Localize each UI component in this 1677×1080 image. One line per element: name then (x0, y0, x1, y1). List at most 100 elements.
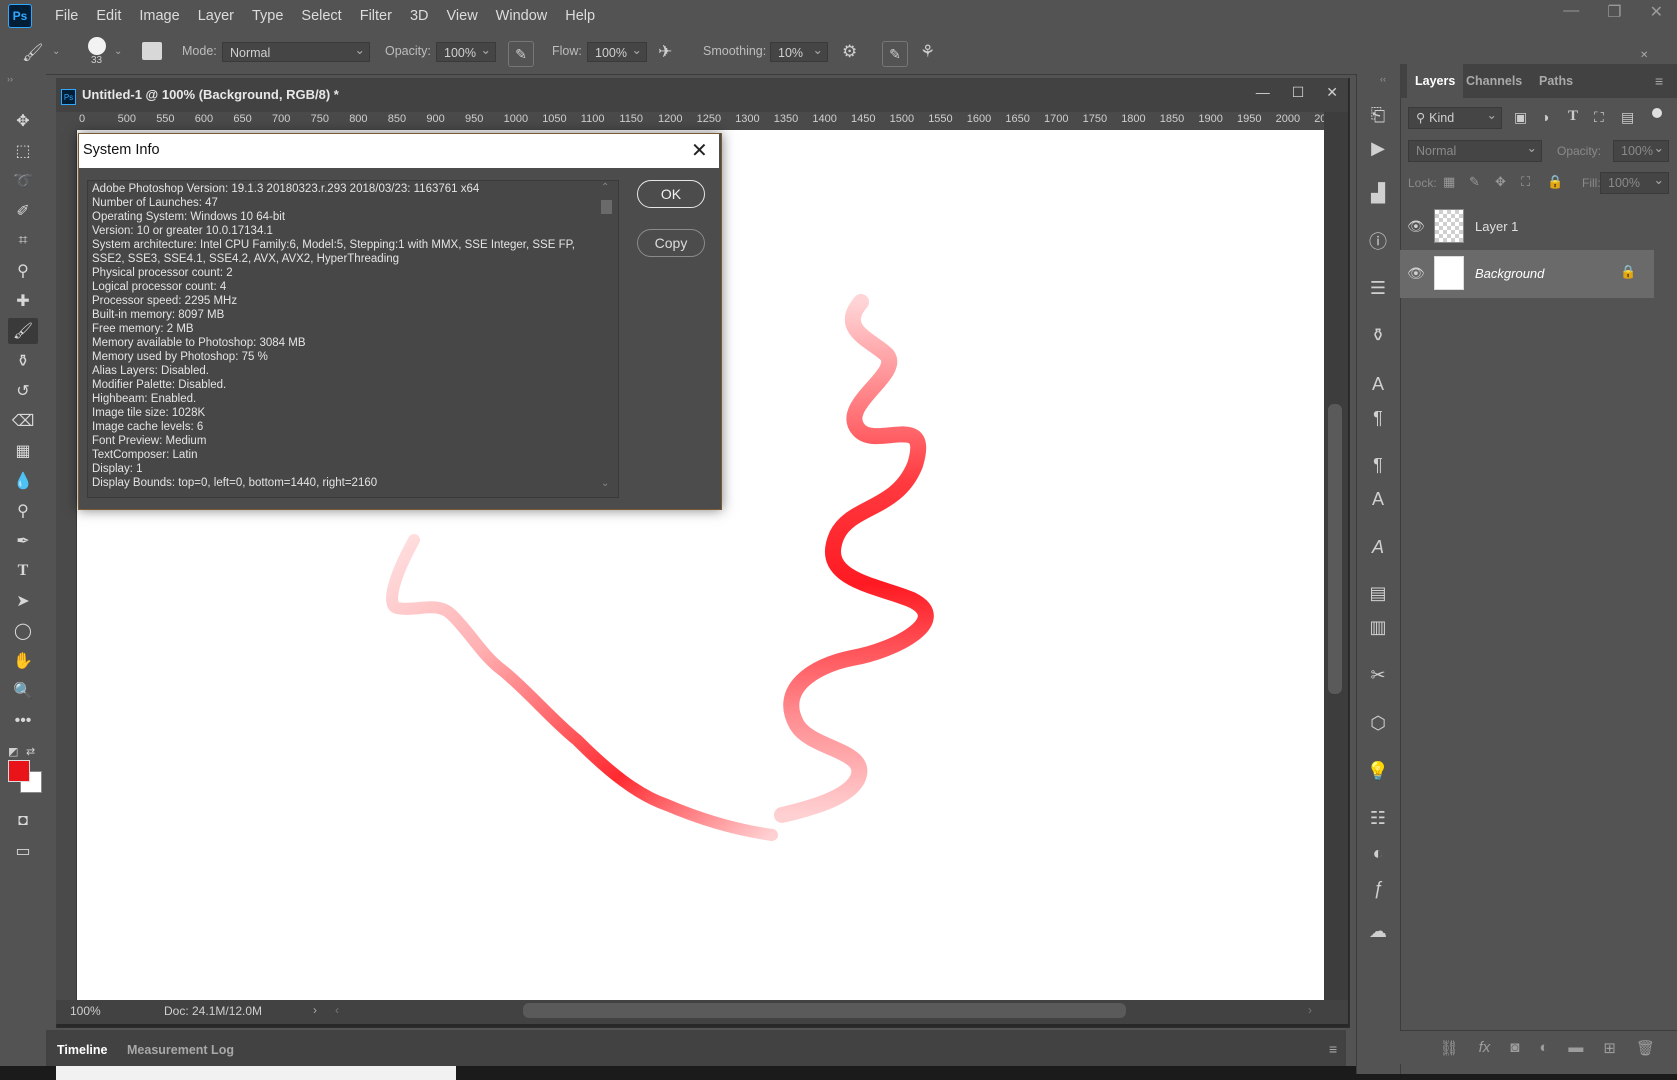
foreground-color-swatch[interactable] (8, 760, 30, 782)
tab-timeline[interactable]: Timeline (57, 1043, 107, 1057)
minimize-icon[interactable]: — (1256, 84, 1270, 101)
scroll-left-icon[interactable]: ‹ (335, 1003, 339, 1017)
chevron-right-icon[interactable]: › (313, 1003, 317, 1017)
eyedropper-tool-icon[interactable]: ⚲ (8, 258, 38, 284)
chevron-down-icon[interactable]: ⌄ (52, 46, 60, 57)
lock-position-icon[interactable]: ✥ (1495, 174, 1506, 190)
gear-icon[interactable]: ⚙ (842, 42, 857, 62)
lock-all-icon[interactable]: 🔒 (1547, 174, 1563, 190)
layer-opacity-field[interactable]: 100% (1613, 138, 1669, 162)
tab-channels[interactable]: Channels (1466, 74, 1522, 88)
smoothing-field[interactable]: 10% (770, 40, 828, 62)
healing-brush-tool-icon[interactable]: ✚ (8, 288, 38, 314)
histogram-panel-icon[interactable]: ▟ (1362, 180, 1394, 206)
paragraph-panel-icon[interactable]: ¶ (1362, 405, 1394, 431)
pixel-filter-icon[interactable]: ▣ (1514, 109, 1527, 126)
close-icon[interactable]: ✕ (1326, 84, 1338, 101)
tab-paths[interactable]: Paths (1539, 74, 1573, 88)
more-tools-icon[interactable]: ••• (8, 708, 38, 734)
minimize-icon[interactable]: — (1563, 2, 1579, 22)
history-brush-tool-icon[interactable]: ↺ (8, 378, 38, 404)
properties-panel-icon[interactable]: 💡 (1362, 758, 1394, 784)
adjustment-filter-icon[interactable]: ◑ (1541, 109, 1549, 125)
brush-settings-icon[interactable] (142, 42, 162, 60)
eye-icon[interactable]: 👁 (1407, 265, 1425, 282)
layer-row-selected[interactable]: 👁 Background 🔒 (1400, 250, 1654, 298)
blur-tool-icon[interactable]: 💧 (8, 468, 38, 494)
maximize-icon[interactable]: ☐ (1292, 84, 1305, 101)
zoom-tool-icon[interactable]: 🔍 (8, 678, 38, 704)
glyphs-panel-icon[interactable]: A (1362, 534, 1394, 560)
new-group-icon[interactable]: ▬ (1568, 1039, 1583, 1056)
styles-panel-icon[interactable]: ☷ (1362, 805, 1394, 831)
crop-tool-icon[interactable]: ⌗ (8, 228, 38, 254)
fill-field[interactable]: 100% (1600, 170, 1669, 194)
creative-cloud-icon[interactable]: ☁ (1362, 918, 1394, 944)
fx-icon[interactable]: fx (1479, 1039, 1491, 1056)
path-selection-tool-icon[interactable]: ➤ (8, 588, 38, 614)
menu-layer[interactable]: Layer (189, 8, 243, 24)
document-size-info[interactable]: Doc: 24.1M/12.0M (164, 1004, 262, 1018)
info-scroll-thumb[interactable] (601, 200, 612, 214)
mode-dropdown[interactable]: Normal (222, 40, 370, 62)
add-mask-icon[interactable]: ◙ (1510, 1039, 1519, 1056)
layer-row[interactable]: 👁 Layer 1 (1400, 203, 1654, 251)
history-panel-icon[interactable]: ⎗ (1362, 102, 1394, 128)
collapse-panels-icon[interactable]: ‹‹ (1380, 74, 1386, 84)
menu-view[interactable]: View (438, 8, 487, 24)
swap-colors-icon[interactable]: ⇄ (26, 745, 35, 758)
vertical-ruler[interactable] (56, 130, 77, 1000)
dodge-tool-icon[interactable]: ⚲ (8, 498, 38, 524)
lock-transparent-icon[interactable]: ▦ (1443, 174, 1455, 190)
info-panel-icon[interactable]: ⓘ (1362, 228, 1394, 254)
eraser-tool-icon[interactable]: ⌫ (8, 408, 38, 434)
new-adjustment-layer-icon[interactable]: ◐ (1539, 1039, 1548, 1056)
clone-source-panel-icon[interactable]: ⚱ (1362, 322, 1394, 348)
delete-layer-icon[interactable]: 🗑 (1636, 1039, 1655, 1057)
menu-help[interactable]: Help (556, 8, 604, 24)
default-colors-icon[interactable]: ◩ (8, 745, 18, 758)
quick-selection-tool-icon[interactable]: ✐ (8, 198, 38, 224)
horizontal-ruler[interactable]: 0 500 550 600 650 700 750 800 850 900 950 1000 1050 1… (77, 112, 1324, 131)
zoom-level[interactable]: 100% (70, 1004, 101, 1018)
scroll-down-icon[interactable]: ⌄ (601, 478, 609, 489)
type-tool-icon[interactable]: T (8, 558, 38, 584)
tab-layers[interactable]: Layers (1407, 64, 1464, 98)
restore-icon[interactable]: ❐ (1607, 2, 1621, 22)
panel-menu-icon[interactable]: ≡ (1329, 1041, 1337, 1057)
layer-filter-dropdown[interactable]: ⚲ Kind (1408, 105, 1502, 129)
menu-filter[interactable]: Filter (351, 8, 401, 24)
filter-toggle-icon[interactable] (1652, 108, 1662, 118)
pressure-opacity-icon[interactable]: ✎ (508, 41, 534, 67)
hand-tool-icon[interactable]: ✋ (8, 648, 38, 674)
vertical-scroll-thumb[interactable] (1328, 404, 1342, 694)
menu-type[interactable]: Type (243, 8, 292, 24)
menu-select[interactable]: Select (292, 8, 350, 24)
paragraph-styles-icon[interactable]: ¶ (1362, 452, 1394, 478)
shape-filter-icon[interactable]: ⛶ (1594, 109, 1604, 126)
eye-icon[interactable]: 👁 (1407, 218, 1425, 235)
lasso-tool-icon[interactable]: ➰ (8, 168, 38, 194)
flow-field[interactable]: 100% (587, 40, 647, 62)
close-icon[interactable]: ✕ (691, 138, 708, 163)
toolbar-collapse-icon[interactable]: ›› (0, 74, 53, 84)
panel-menu-icon[interactable]: ≡ (1655, 73, 1663, 89)
menu-edit[interactable]: Edit (87, 8, 130, 24)
character-styles-icon[interactable]: A (1362, 486, 1394, 512)
actions-panel-icon[interactable]: ▶ (1362, 135, 1394, 161)
pen-tool-icon[interactable]: ✒ (8, 528, 38, 554)
menu-window[interactable]: Window (487, 8, 557, 24)
3d-panel-icon[interactable]: ⬡ (1362, 710, 1394, 736)
ruler-origin[interactable] (56, 112, 77, 130)
tab-measurement-log[interactable]: Measurement Log (127, 1043, 234, 1057)
pressure-size-icon[interactable]: ✎ (882, 41, 908, 67)
new-layer-icon[interactable]: ⊞ (1603, 1039, 1616, 1057)
copy-button[interactable]: Copy (637, 229, 705, 257)
close-icon[interactable]: ✕ (1640, 50, 1648, 61)
menu-3d[interactable]: 3D (401, 8, 438, 24)
adjustments-panel-icon[interactable]: ◐ (1362, 840, 1394, 866)
link-layers-icon[interactable]: ⛓ (1440, 1039, 1459, 1057)
lock-artboard-icon[interactable]: ⛶ (1521, 174, 1530, 190)
fx-panel-icon[interactable]: ƒ (1362, 875, 1394, 901)
lock-pixels-icon[interactable]: ✎ (1469, 174, 1480, 190)
